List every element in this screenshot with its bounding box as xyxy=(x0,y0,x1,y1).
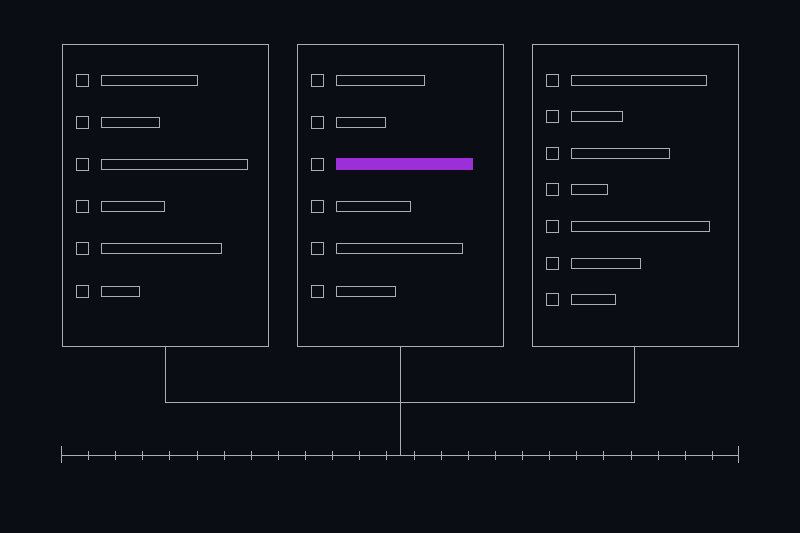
row-bar xyxy=(571,184,608,195)
row-bar xyxy=(101,159,248,170)
list-row xyxy=(311,116,386,129)
list-row xyxy=(311,242,463,255)
list-row xyxy=(76,285,140,298)
row-bar xyxy=(571,221,710,232)
checkbox xyxy=(546,293,559,306)
list-row xyxy=(311,285,396,298)
row-bar xyxy=(571,148,670,159)
panel-border xyxy=(297,44,504,347)
row-bar xyxy=(101,243,222,254)
list-row xyxy=(76,158,248,171)
checkbox xyxy=(76,158,89,171)
row-bar xyxy=(336,117,386,128)
list-row xyxy=(76,116,160,129)
list-row xyxy=(546,147,670,160)
row-bar xyxy=(101,286,140,297)
list-row xyxy=(546,74,707,87)
list-panel-middle xyxy=(297,44,504,347)
list-row xyxy=(546,293,616,306)
checkbox xyxy=(76,74,89,87)
checkbox xyxy=(546,110,559,123)
list-row xyxy=(546,257,641,270)
panel-border xyxy=(532,44,739,347)
selected-row-bar xyxy=(336,158,473,170)
checkbox xyxy=(546,220,559,233)
row-bar xyxy=(571,75,707,86)
connector-lines xyxy=(165,346,635,455)
checkbox xyxy=(311,242,324,255)
list-row xyxy=(311,200,411,213)
row-bar xyxy=(336,75,425,86)
row-bar xyxy=(336,243,463,254)
checkbox xyxy=(546,183,559,196)
checkbox xyxy=(76,116,89,129)
row-bar xyxy=(336,201,411,212)
panel-border xyxy=(62,44,269,347)
list-row xyxy=(311,74,425,87)
list-row xyxy=(76,242,222,255)
checkbox xyxy=(546,147,559,160)
checkbox xyxy=(546,257,559,270)
checkbox xyxy=(311,200,324,213)
list-row xyxy=(76,200,165,213)
row-bar xyxy=(571,258,641,269)
checkbox xyxy=(76,200,89,213)
list-row xyxy=(546,220,710,233)
list-row xyxy=(546,110,623,123)
checkbox xyxy=(76,242,89,255)
checkbox xyxy=(311,158,324,171)
checkbox xyxy=(546,74,559,87)
list-row xyxy=(546,183,608,196)
list-panel-right xyxy=(532,44,739,347)
diagram-canvas xyxy=(0,0,800,533)
checkbox xyxy=(311,74,324,87)
row-bar xyxy=(101,117,160,128)
row-bar xyxy=(101,201,165,212)
list-row xyxy=(311,158,473,171)
row-bar xyxy=(571,111,623,122)
list-row xyxy=(76,74,198,87)
row-bar xyxy=(336,286,396,297)
row-bar xyxy=(101,75,198,86)
row-bar xyxy=(571,294,616,305)
checkbox xyxy=(311,285,324,298)
checkbox xyxy=(311,116,324,129)
checkbox xyxy=(76,285,89,298)
diagram-svg xyxy=(61,44,739,463)
list-panel-left xyxy=(62,44,269,347)
